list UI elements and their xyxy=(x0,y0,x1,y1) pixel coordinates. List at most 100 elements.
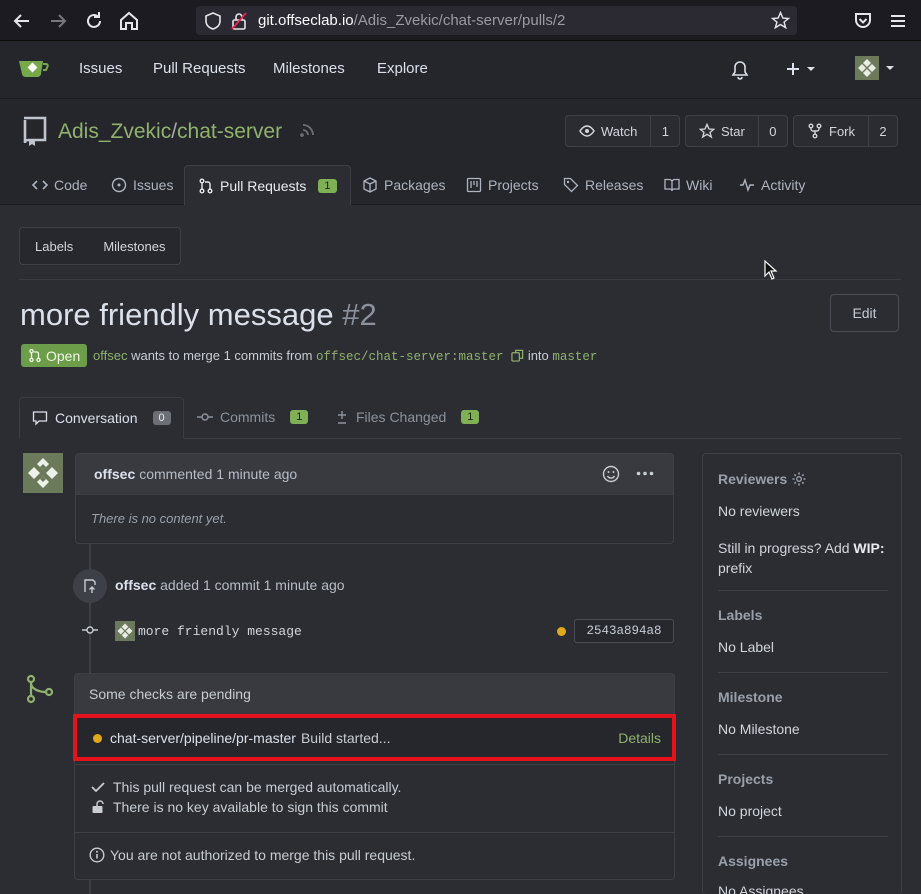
tab-code[interactable]: Code xyxy=(32,177,87,193)
commit-sha-button[interactable]: 2543a894a8 xyxy=(574,619,674,643)
edit-button[interactable]: Edit xyxy=(830,294,899,332)
no-reviewers-text: No reviewers xyxy=(718,503,800,519)
checks-summary: Some checks are pending xyxy=(75,674,674,715)
comment-meta: commented 1 minute ago xyxy=(139,466,298,482)
reviewers-heading[interactable]: Reviewers xyxy=(718,471,807,487)
gitea-logo-icon[interactable] xyxy=(17,56,49,80)
no-project-text: No project xyxy=(718,803,782,819)
pr-author-link[interactable]: offsec xyxy=(93,348,127,363)
no-assignees-text: No Assignees xyxy=(718,883,804,894)
rss-icon[interactable] xyxy=(300,122,316,138)
tag-icon xyxy=(563,177,579,193)
labels-milestones-menu: Labels Milestones xyxy=(19,227,181,265)
fork-icon xyxy=(808,123,822,139)
milestones-button[interactable]: Milestones xyxy=(88,239,180,254)
avatar[interactable] xyxy=(855,56,879,80)
tab-releases[interactable]: Releases xyxy=(563,177,643,193)
nav-issues[interactable]: Issues xyxy=(79,60,122,77)
url-bar[interactable]: git.offseclab.io/Adis_Zvekic/chat-server… xyxy=(196,6,797,35)
watch-button[interactable]: Watch xyxy=(566,116,652,146)
caret-down-icon xyxy=(886,66,894,70)
pull-requests-count-badge: 1 xyxy=(318,178,337,193)
url-text[interactable]: git.offseclab.io/Adis_Zvekic/chat-server… xyxy=(258,12,565,29)
gear-icon xyxy=(792,472,806,486)
repo-name-link[interactable]: chat-server xyxy=(177,120,282,143)
wip-hint: Still in progress? Add WIP: prefix xyxy=(718,540,885,576)
pending-status-dot[interactable] xyxy=(557,627,566,636)
create-new-dropdown[interactable] xyxy=(785,61,816,77)
pr-sidebar: Reviewers No reviewers Still in progress… xyxy=(702,453,902,894)
shield-icon[interactable] xyxy=(204,12,222,30)
signing-row: There is no key available to sign this c… xyxy=(91,799,388,815)
tab-packages[interactable]: Packages xyxy=(362,177,445,193)
star-button-group[interactable]: Star 0 xyxy=(685,115,788,147)
code-icon xyxy=(32,180,48,190)
tab-activity[interactable]: Activity xyxy=(739,177,805,193)
fork-button[interactable]: Fork xyxy=(794,116,869,146)
emoji-reaction-icon[interactable] xyxy=(602,465,620,483)
watch-count[interactable]: 1 xyxy=(651,116,679,146)
forward-icon[interactable] xyxy=(46,9,70,33)
unlock-icon xyxy=(92,800,104,813)
fork-count[interactable]: 2 xyxy=(869,116,897,146)
divider xyxy=(718,754,888,755)
fork-button-group[interactable]: Fork 2 xyxy=(793,115,898,147)
pocket-icon[interactable] xyxy=(851,9,875,33)
diff-icon xyxy=(338,411,346,424)
check-name: chat-server/pipeline/pr-master xyxy=(110,730,296,746)
projects-heading[interactable]: Projects xyxy=(718,771,773,787)
star-button[interactable]: Star xyxy=(686,116,759,146)
tab-files-changed[interactable]: Files Changed 1 xyxy=(335,409,480,425)
no-label-text: No Label xyxy=(718,639,775,655)
target-branch-link[interactable]: master xyxy=(552,350,597,364)
comment-body: There is no content yet. xyxy=(91,511,227,526)
event-author[interactable]: offsec xyxy=(115,577,156,593)
project-icon xyxy=(466,177,482,193)
check-details-link[interactable]: Details xyxy=(618,730,661,746)
assignees-heading[interactable]: Assignees xyxy=(718,853,788,869)
repo-owner-link[interactable]: Adis_Zvekic xyxy=(58,120,171,143)
star-count[interactable]: 0 xyxy=(759,116,787,146)
commit-message[interactable]: more friendly message xyxy=(138,624,302,639)
mouse-cursor-icon xyxy=(764,260,778,280)
divider xyxy=(718,836,888,837)
source-branch-link[interactable]: offsec/chat-server:master xyxy=(316,350,504,364)
merge-branch-icon xyxy=(25,674,55,704)
copy-icon[interactable] xyxy=(511,349,524,362)
avatar[interactable] xyxy=(115,621,135,641)
bell-icon[interactable] xyxy=(731,60,749,80)
pull-request-icon xyxy=(29,348,41,363)
push-event-icon xyxy=(73,569,107,603)
home-icon[interactable] xyxy=(117,9,141,33)
page-title: more friendly message #2 xyxy=(20,297,377,332)
pulse-icon xyxy=(740,177,754,193)
comment-author[interactable]: offsec xyxy=(94,466,135,482)
tab-commits[interactable]: Commits 1 xyxy=(197,409,309,425)
nav-milestones[interactable]: Milestones xyxy=(273,60,345,77)
tab-conversation[interactable]: Conversation 0 xyxy=(19,397,184,439)
tab-pull-requests[interactable]: Pull Requests 1 xyxy=(184,165,351,205)
watch-button-group[interactable]: Watch 1 xyxy=(565,115,681,147)
avatar[interactable] xyxy=(23,453,63,493)
tab-wiki[interactable]: Wiki xyxy=(664,177,712,193)
back-icon[interactable] xyxy=(10,9,34,33)
plus-icon xyxy=(787,63,799,75)
wip-keyword[interactable]: WIP: xyxy=(853,540,884,556)
top-navbar: Issues Pull Requests Milestones Explore xyxy=(0,41,921,99)
check-status: Build started... xyxy=(300,730,391,746)
user-menu[interactable] xyxy=(855,56,895,80)
caret-down-icon xyxy=(807,67,815,71)
lock-icon[interactable] xyxy=(231,12,247,30)
nav-explore[interactable]: Explore xyxy=(377,60,428,77)
reload-icon[interactable] xyxy=(82,9,106,33)
menu-icon[interactable] xyxy=(886,9,910,33)
no-milestone-text: No Milestone xyxy=(718,721,800,737)
more-options-icon[interactable] xyxy=(636,471,654,476)
milestone-heading[interactable]: Milestone xyxy=(718,689,783,705)
labels-button[interactable]: Labels xyxy=(20,239,88,254)
tab-projects[interactable]: Projects xyxy=(466,177,539,193)
labels-heading[interactable]: Labels xyxy=(718,607,762,623)
tab-issues[interactable]: Issues xyxy=(111,177,173,193)
nav-pull-requests[interactable]: Pull Requests xyxy=(153,60,246,77)
bookmark-star-icon[interactable] xyxy=(771,11,790,30)
